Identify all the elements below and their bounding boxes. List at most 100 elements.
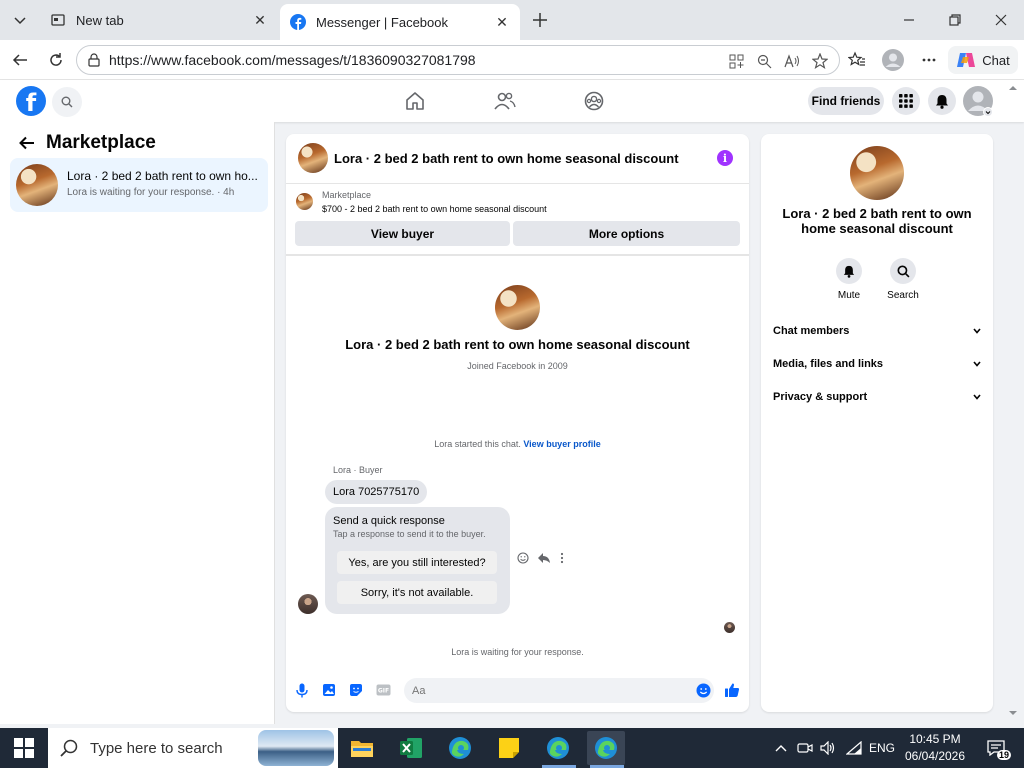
privacy-support-row[interactable]: Privacy & support xyxy=(773,387,981,407)
chat-title[interactable]: Lora · 2 bed 2 bath rent to own home sea… xyxy=(334,151,679,166)
search-icon xyxy=(60,739,78,757)
url-text: https://www.facebook.com/messages/t/1836… xyxy=(109,52,476,68)
excel-app[interactable] xyxy=(397,734,425,762)
chat-members-row[interactable]: Chat members xyxy=(773,321,981,341)
app-available-icon[interactable] xyxy=(727,52,745,70)
edge-app-2[interactable] xyxy=(544,734,572,762)
edge-icon xyxy=(449,737,471,759)
read-aloud-icon[interactable] xyxy=(783,52,801,70)
home-icon xyxy=(406,92,424,110)
reply-icon[interactable] xyxy=(537,552,551,564)
conversation-list-panel: Marketplace Lora · 2 bed 2 bath rent to … xyxy=(0,122,275,724)
listing-category: Marketplace xyxy=(322,190,372,200)
zoom-icon[interactable] xyxy=(755,52,773,70)
clock-time: 10:45 PM xyxy=(909,732,961,746)
info-icon[interactable]: i xyxy=(717,150,733,166)
more-vertical-icon[interactable] xyxy=(559,552,565,564)
nav-home[interactable] xyxy=(402,88,428,114)
listing-title[interactable]: $700 - 2 bed 2 bath rent to own home sea… xyxy=(322,204,547,214)
scroll-up-arrow-icon[interactable] xyxy=(1008,83,1018,93)
sender-avatar[interactable] xyxy=(298,594,318,614)
emoji-icon[interactable] xyxy=(695,682,711,698)
notifications-button[interactable] xyxy=(928,87,956,115)
favorites-button[interactable] xyxy=(845,48,869,72)
emoji-react-icon[interactable] xyxy=(517,552,529,564)
close-window-button[interactable] xyxy=(978,4,1024,36)
file-explorer-app[interactable] xyxy=(348,734,376,762)
plus-icon xyxy=(533,13,547,27)
quick-response-option[interactable]: Yes, are you still interested? xyxy=(337,551,497,574)
chevron-down-icon xyxy=(973,361,981,367)
facebook-search-button[interactable] xyxy=(52,87,82,117)
mute-action[interactable]: Mute xyxy=(824,258,874,301)
clock[interactable]: 10:45 PM 06/04/2026 xyxy=(894,731,976,765)
favorites-icon xyxy=(848,51,865,66)
account-button[interactable] xyxy=(963,86,993,116)
sticker-icon[interactable] xyxy=(348,682,364,698)
view-buyer-profile-link[interactable]: View buyer profile xyxy=(523,439,600,449)
seen-indicator-avatar xyxy=(724,622,735,633)
edge-app-active[interactable] xyxy=(587,731,625,765)
tab-new-tab[interactable]: New tab ✕ xyxy=(40,4,278,36)
volume-icon[interactable] xyxy=(820,740,836,756)
tray-overflow-icon[interactable] xyxy=(774,740,788,756)
like-thumb-icon[interactable] xyxy=(724,682,740,698)
settings-more-button[interactable] xyxy=(917,48,941,72)
tab-actions-menu[interactable] xyxy=(8,8,32,32)
close-tab-icon[interactable]: ✕ xyxy=(252,12,268,28)
message-input[interactable] xyxy=(404,678,714,703)
new-tab-button[interactable] xyxy=(528,8,552,32)
nav-friends[interactable] xyxy=(492,88,518,114)
tab-messenger[interactable]: Messenger | Facebook ✕ xyxy=(280,4,520,40)
minimize-button[interactable] xyxy=(886,4,932,36)
search-action[interactable]: Search xyxy=(878,258,928,301)
arrow-left-icon[interactable] xyxy=(18,135,36,151)
quick-response-option[interactable]: Sorry, it's not available. xyxy=(337,581,497,604)
sticky-notes-app[interactable] xyxy=(495,734,523,762)
more-options-button[interactable]: More options xyxy=(513,221,740,246)
nav-groups[interactable] xyxy=(581,88,607,114)
chat-panel: Lora · 2 bed 2 bath rent to own home sea… xyxy=(286,134,749,712)
gif-icon[interactable]: GIF xyxy=(375,682,391,698)
chat-header-avatar[interactable] xyxy=(298,143,328,173)
listing-banner: Marketplace $700 - 2 bed 2 bath rent to … xyxy=(286,184,749,256)
svg-text:GIF: GIF xyxy=(377,688,388,695)
restore-button[interactable] xyxy=(932,4,978,36)
chevron-down-icon xyxy=(14,17,26,25)
view-buyer-button[interactable]: View buyer xyxy=(295,221,510,246)
menu-button[interactable] xyxy=(892,87,920,115)
quick-response-title: Send a quick response xyxy=(333,515,445,527)
microphone-icon[interactable] xyxy=(294,682,310,698)
info-avatar xyxy=(850,146,904,200)
refresh-button[interactable] xyxy=(44,48,68,72)
address-bar[interactable]: https://www.facebook.com/messages/t/1836… xyxy=(76,45,840,75)
scroll-down-arrow-icon[interactable] xyxy=(1008,708,1018,718)
notification-center-button[interactable]: 19 xyxy=(985,738,1011,760)
quick-response-card: Send a quick response Tap a response to … xyxy=(325,507,510,614)
language-indicator[interactable]: ENG xyxy=(868,740,896,756)
conversation-info-panel: Lora · 2 bed 2 bath rent to own home sea… xyxy=(761,134,993,712)
excel-icon xyxy=(400,738,422,758)
meet-now-icon[interactable] xyxy=(797,740,813,756)
profile-button[interactable] xyxy=(881,48,905,72)
network-icon[interactable] xyxy=(846,740,862,756)
row-label: Media, files and links xyxy=(773,358,884,370)
close-tab-icon[interactable]: ✕ xyxy=(494,14,510,30)
edge-app-1[interactable] xyxy=(446,734,474,762)
panel-header: Marketplace xyxy=(18,132,156,154)
taskbar-search[interactable]: Type here to search xyxy=(48,728,338,768)
start-button[interactable] xyxy=(14,738,34,758)
lock-icon[interactable] xyxy=(87,52,103,68)
media-files-links-row[interactable]: Media, files and links xyxy=(773,354,981,374)
back-button[interactable] xyxy=(8,48,32,72)
copilot-chat-button[interactable]: Chat xyxy=(948,46,1018,74)
conversation-item[interactable]: Lora · 2 bed 2 bath rent to own ho... Lo… xyxy=(10,158,268,212)
facebook-logo[interactable]: f xyxy=(16,86,46,116)
friends-icon xyxy=(494,92,516,110)
photo-icon[interactable] xyxy=(321,682,337,698)
find-friends-button[interactable]: Find friends xyxy=(808,87,884,115)
chat-started-text: Lora started this chat. xyxy=(434,439,521,449)
listing-thumbnail[interactable] xyxy=(296,193,313,210)
favorite-star-icon[interactable] xyxy=(811,52,829,70)
message-bubble[interactable]: Lora 7025775170 xyxy=(325,480,428,504)
